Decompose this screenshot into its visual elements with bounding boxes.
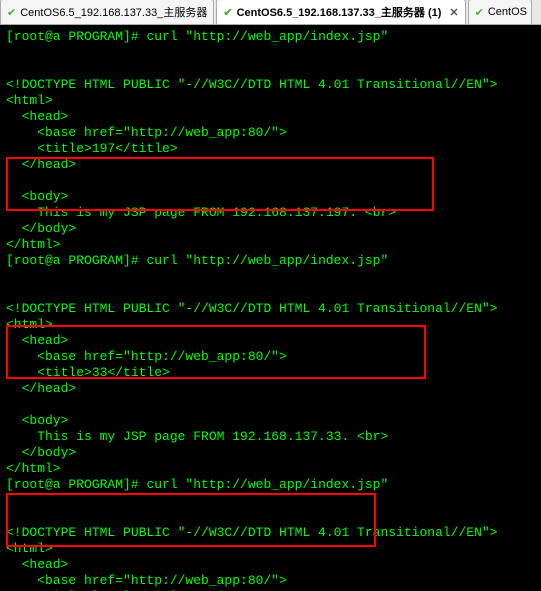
out-head-open-2: <head> (6, 333, 68, 348)
out-body-close-1: </body> (6, 221, 76, 236)
out-base-3: <base href="http://web_app:80/"> (6, 573, 287, 588)
tab-label: CentOS6.5_192.168.137.33_主服务器 (1) (237, 4, 442, 20)
tab-active[interactable]: ✔ CentOS6.5_192.168.137.33_主服务器 (1) ✕ (216, 0, 465, 24)
tab-inactive-1[interactable]: ✔ CentOS6.5_192.168.137.33_主服务器 (0, 0, 214, 24)
out-base-1: <base href="http://web_app:80/"> (6, 125, 287, 140)
out-body-open-2: <body> (6, 413, 68, 428)
out-body-text-1: This is my JSP page FROM 192.168.137.197… (6, 205, 396, 220)
close-icon[interactable]: ✕ (449, 6, 458, 19)
out-html-close-1: </html> (6, 237, 61, 252)
tab-label: CentOS6.5_192.168.137.33_主服务器 (20, 4, 207, 20)
out-head-open-1: <head> (6, 109, 68, 124)
out-head-close-1: </head> (6, 157, 76, 172)
out-body-text-2: This is my JSP page FROM 192.168.137.33.… (6, 429, 388, 444)
prompt-line-3: [root@a PROGRAM]# curl "http://web_app/i… (6, 477, 388, 492)
tab-inactive-2[interactable]: ✔ CentOS (468, 0, 532, 24)
prompt-line-1: [root@a PROGRAM]# curl "http://web_app/i… (6, 29, 388, 44)
out-doctype-2: <!DOCTYPE HTML PUBLIC "-//W3C//DTD HTML … (6, 301, 497, 316)
out-body-open-1: <body> (6, 189, 68, 204)
tab-label: CentOS (488, 6, 527, 18)
out-html-open-3: <html> (6, 541, 53, 556)
out-title-1: <title>197</title> (6, 141, 178, 156)
out-base-2: <base href="http://web_app:80/"> (6, 349, 287, 364)
out-html-open-1: <html> (6, 93, 53, 108)
out-head-close-2: </head> (6, 381, 76, 396)
tab-bar: ✔ CentOS6.5_192.168.137.33_主服务器 ✔ CentOS… (0, 0, 541, 25)
check-icon: ✔ (475, 6, 484, 19)
out-doctype-3: <!DOCTYPE HTML PUBLIC "-//W3C//DTD HTML … (6, 525, 497, 540)
out-head-open-3: <head> (6, 557, 68, 572)
out-body-close-2: </body> (6, 445, 76, 460)
check-icon: ✔ (7, 6, 16, 19)
terminal-output[interactable]: [root@a PROGRAM]# curl "http://web_app/i… (0, 25, 541, 591)
check-icon: ✔ (223, 6, 232, 19)
out-html-open-2: <html> (6, 317, 53, 332)
prompt-line-2: [root@a PROGRAM]# curl "http://web_app/i… (6, 253, 388, 268)
out-html-close-2: </html> (6, 461, 61, 476)
out-doctype-1: <!DOCTYPE HTML PUBLIC "-//W3C//DTD HTML … (6, 77, 497, 92)
out-title-2: <title>33</title> (6, 365, 170, 380)
